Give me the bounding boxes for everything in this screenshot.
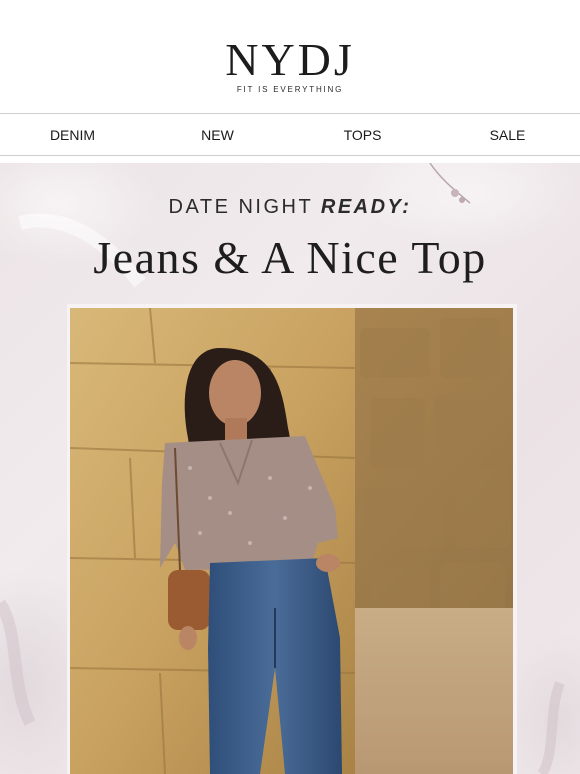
brand-logo[interactable]: NYDJ [0, 36, 580, 84]
kicker-plain: DATE NIGHT [168, 196, 321, 218]
email-header: NYDJ FIT IS EVERYTHING [0, 0, 580, 113]
brand-tagline: FIT IS EVERYTHING [236, 85, 344, 94]
hero-headline: Jeans & A Nice Top [93, 232, 487, 283]
main-nav: DENIM NEW TOPS SALE [0, 113, 580, 156]
model-photo-illustration [70, 308, 513, 774]
kicker-emphasis: READY: [320, 196, 412, 218]
nav-item-sale[interactable]: SALE [435, 127, 580, 143]
nav-spacer [0, 156, 580, 163]
nav-item-new[interactable]: NEW [145, 127, 290, 143]
nav-item-denim[interactable]: DENIM [0, 127, 145, 143]
hero-kicker: DATE NIGHT READY: [0, 196, 580, 219]
nav-item-tops[interactable]: TOPS [290, 127, 435, 143]
hero-banner[interactable]: DATE NIGHT READY: Jeans & A Nice Top [0, 163, 580, 774]
hero-photo[interactable] [70, 308, 513, 774]
